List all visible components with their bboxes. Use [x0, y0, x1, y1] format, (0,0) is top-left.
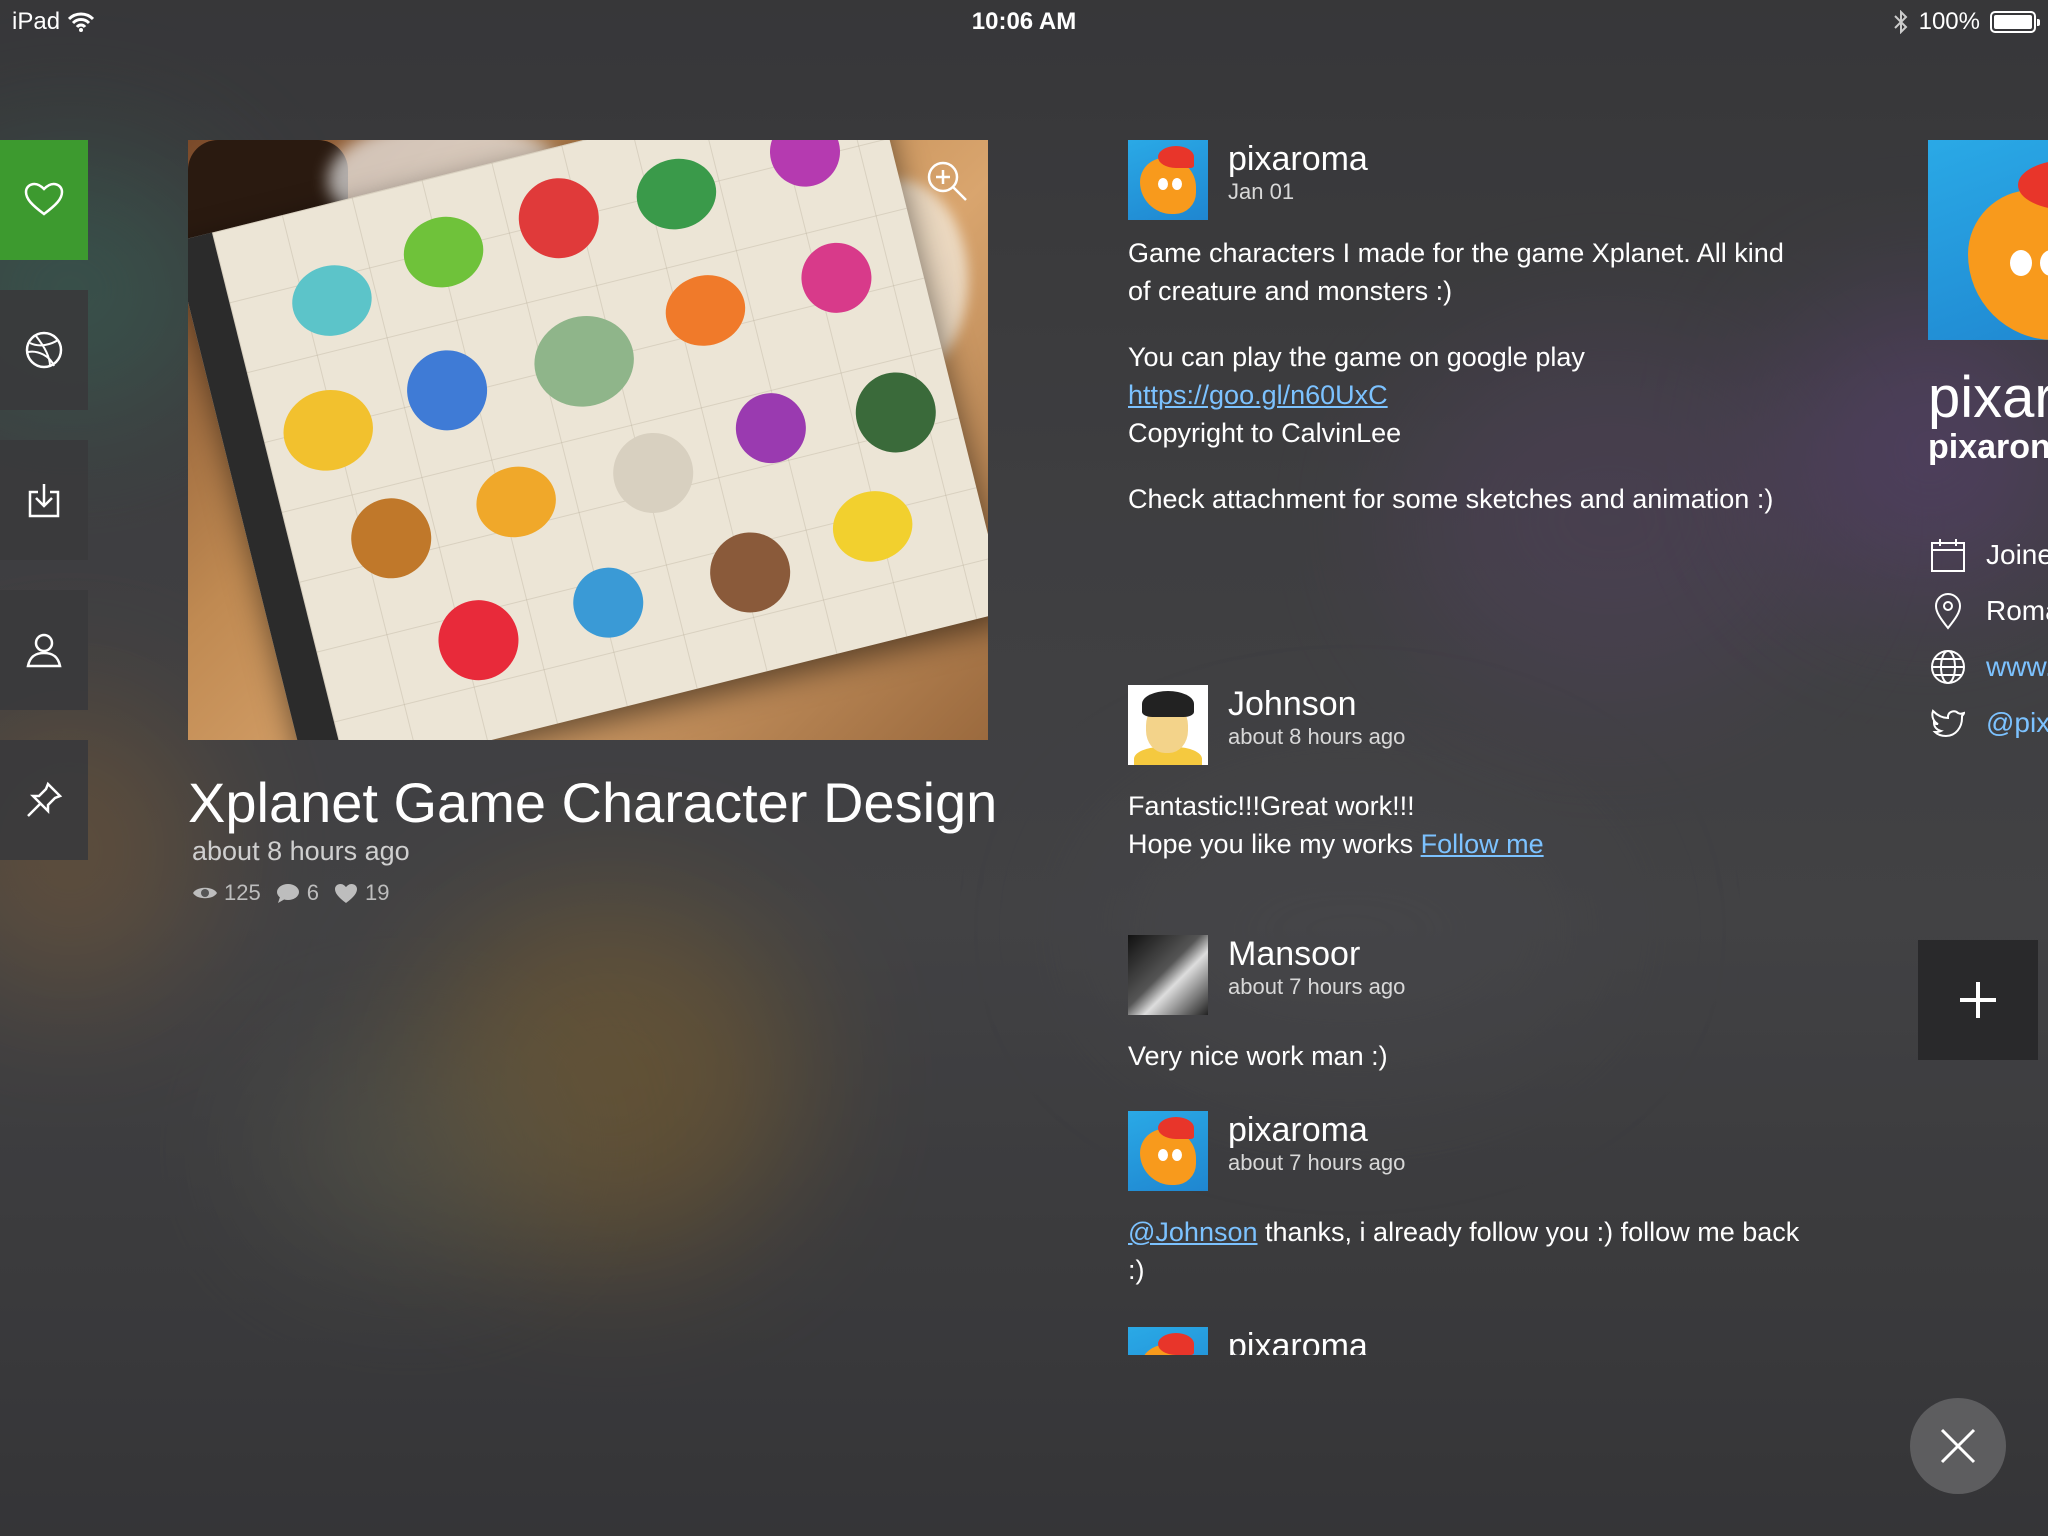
comments-list[interactable]: pixaroma Jan 01 Game characters I made f…	[1128, 140, 1808, 1355]
comment-text: You can play the game on google play	[1128, 342, 1585, 372]
bluetooth-icon	[1893, 10, 1908, 34]
status-bar: iPad 10:06 AM 100%	[0, 0, 2048, 42]
profile-name: pixarc	[1928, 365, 2048, 430]
close-button[interactable]	[1910, 1398, 2006, 1494]
profile-website[interactable]: www.	[1928, 639, 2048, 695]
comment-author[interactable]: pixaroma	[1228, 1111, 1405, 1149]
globe-icon	[1931, 650, 1965, 684]
avatar[interactable]	[1128, 935, 1208, 1015]
avatar[interactable]	[1128, 140, 1208, 220]
comment-item: pixaroma Jan 01 Game characters I made f…	[1128, 140, 1808, 685]
comment-item: Johnson about 8 hours ago Fantastic!!!Gr…	[1128, 685, 1808, 935]
profile-joined: Joinec	[1928, 527, 2048, 583]
avatar[interactable]	[1128, 1111, 1208, 1191]
comment-item: Mansoor about 7 hours ago Very nice work…	[1128, 935, 1808, 1111]
comment-time: Jan 01	[1228, 179, 1295, 204]
comment-time: about 8 hours ago	[1228, 724, 1406, 749]
add-button[interactable]	[1918, 940, 2038, 1060]
website-link[interactable]: www.	[1986, 651, 2048, 683]
comment-text: Very nice work man :)	[1128, 1041, 1388, 1071]
battery-icon	[1990, 11, 2040, 33]
mention-link[interactable]: @Johnson	[1128, 1217, 1258, 1247]
google-play-link[interactable]: https://goo.gl/n60UxC	[1128, 380, 1388, 410]
sidebar	[0, 140, 88, 890]
joined-text: Joinec	[1986, 539, 2048, 570]
comment-author[interactable]: pixaroma	[1228, 140, 1368, 178]
comment-text: Copyright to CalvinLee	[1128, 418, 1402, 448]
profile-username: pixaron	[1928, 428, 2048, 466]
profile-avatar[interactable]	[1928, 140, 2048, 340]
views-count: 125	[224, 880, 261, 905]
close-icon	[1940, 1428, 1976, 1464]
shot-image[interactable]	[188, 140, 988, 740]
comment-author[interactable]: Mansoor	[1228, 935, 1405, 973]
avatar[interactable]	[1128, 1327, 1208, 1355]
comment-time: about 7 hours ago	[1228, 1150, 1406, 1175]
pin-icon	[27, 781, 63, 817]
calendar-icon	[1931, 539, 1965, 572]
comments-count: 6	[306, 880, 319, 905]
location-icon	[1934, 593, 1962, 630]
shot-title: Xplanet Game Character Design	[188, 771, 998, 834]
shot-time: about 8 hours ago	[192, 836, 410, 866]
download-icon	[28, 484, 60, 518]
dribbble-button[interactable]	[0, 290, 88, 410]
download-button[interactable]	[0, 440, 88, 560]
likes-count: 19	[364, 880, 390, 905]
follow-me-link[interactable]: Follow me	[1421, 829, 1544, 859]
twitter-icon	[1931, 709, 1966, 738]
avatar[interactable]	[1128, 685, 1208, 765]
comment-author[interactable]: Johnson	[1228, 685, 1405, 723]
plus-icon	[1960, 982, 1996, 1018]
comment-text: Hope you like my works	[1128, 829, 1421, 859]
comment-time: about 7 hours ago	[1228, 974, 1406, 999]
clock: 10:06 AM	[971, 8, 1077, 35]
comment-author[interactable]: pixaroma	[1228, 1327, 1368, 1355]
profile-twitter[interactable]: @pix	[1928, 695, 2048, 751]
globe-icon	[25, 331, 63, 369]
profile-panel: pixarc pixaron Joinec Roma www. @pix	[1928, 140, 2048, 751]
pin-button[interactable]	[0, 740, 88, 860]
location-text: Roma	[1986, 595, 2048, 626]
comment-text: Game characters I made for the game Xpla…	[1128, 238, 1784, 306]
comment-item: pixaroma about 7 hours ago @Johnson than…	[1128, 1111, 1808, 1327]
twitter-link[interactable]: @pix	[1986, 707, 2048, 739]
user-icon	[26, 633, 62, 668]
zoom-icon[interactable]	[922, 156, 972, 206]
battery-percent: 100%	[1918, 8, 1980, 35]
heart-small-icon	[334, 884, 357, 903]
heart-icon	[24, 182, 64, 216]
shot-stats: 125 6 19	[192, 880, 389, 906]
comment-item: pixaroma	[1128, 1327, 1808, 1355]
like-button[interactable]	[0, 140, 88, 260]
comment-text: Fantastic!!!Great work!!!	[1128, 791, 1415, 821]
profile-location: Roma	[1928, 583, 2048, 639]
eye-icon	[193, 887, 217, 899]
comment-text: Check attachment for some sketches and a…	[1128, 484, 1774, 514]
profile-button[interactable]	[0, 590, 88, 710]
comment-icon	[276, 884, 299, 903]
